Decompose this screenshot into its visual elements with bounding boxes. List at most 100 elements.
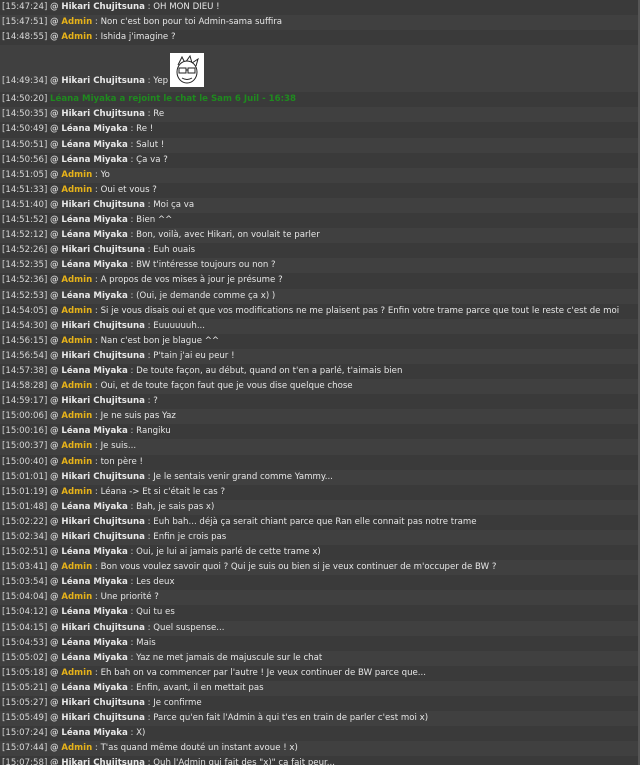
message-username[interactable]: Léana Miyaka xyxy=(61,124,127,134)
message-username[interactable]: Léana Miyaka xyxy=(61,502,127,512)
message-username[interactable]: Léana Miyaka xyxy=(61,155,127,165)
message-username[interactable]: Hikari Chujitsuna xyxy=(61,623,145,633)
message-username[interactable]: Admin xyxy=(61,381,92,391)
message-username[interactable]: Léana Miyaka xyxy=(61,215,127,225)
chat-message: [14:52:35] @ Léana Miyaka : BW t'intéres… xyxy=(0,258,640,274)
message-username[interactable]: Léana Miyaka xyxy=(61,638,127,648)
at-icon: @ xyxy=(50,592,59,603)
chat-message: [14:54:30] @ Hikari Chujitsuna : Euuuuuu… xyxy=(0,318,640,334)
at-icon: @ xyxy=(50,682,59,693)
message-timestamp: [15:07:24] xyxy=(2,728,48,739)
message-text: P'tain j'ai eu peur ! xyxy=(153,350,235,361)
message-username[interactable]: Léana Miyaka xyxy=(61,260,127,270)
at-icon: @ xyxy=(50,471,59,482)
message-timestamp: [14:50:56] xyxy=(2,154,48,165)
message-username[interactable]: Admin xyxy=(61,336,92,346)
message-username[interactable]: Hikari Chujitsuna xyxy=(61,109,145,119)
message-username[interactable]: Léana Miyaka xyxy=(61,140,127,150)
message-username[interactable]: Léana Miyaka xyxy=(61,728,127,738)
message-text: Quel suspense... xyxy=(153,622,225,633)
at-icon: @ xyxy=(50,396,59,407)
at-icon: @ xyxy=(50,577,59,588)
message-username[interactable]: Admin xyxy=(61,275,92,285)
message-username[interactable]: Hikari Chujitsuna xyxy=(61,517,145,527)
message-username[interactable]: Admin xyxy=(61,562,92,572)
message-username[interactable]: Léana Miyaka xyxy=(61,653,127,663)
message-text: Je suis... xyxy=(100,441,137,452)
chat-message-content: [15:04:12] @ Léana Miyaka : Qui tu es xyxy=(2,605,640,620)
message-username[interactable]: Hikari Chujitsuna xyxy=(61,396,145,406)
message-username[interactable]: Léana Miyaka xyxy=(61,547,127,557)
message-timestamp: [15:47:51] xyxy=(2,17,48,28)
message-username[interactable]: Hikari Chujitsuna xyxy=(61,200,145,210)
message-username[interactable]: Léana Miyaka xyxy=(61,607,127,617)
chat-message-content: [15:04:04] @ Admin : Une priorité ? xyxy=(2,590,640,605)
message-text: Salut ! xyxy=(136,139,165,150)
at-icon: @ xyxy=(50,743,59,754)
message-separator: : xyxy=(144,713,154,724)
message-timestamp: [15:00:37] xyxy=(2,441,48,452)
message-text: ton père ! xyxy=(100,456,143,467)
message-username[interactable]: Hikari Chujitsuna xyxy=(61,472,145,482)
message-username[interactable]: Hikari Chujitsuna xyxy=(61,2,145,12)
chat-message: [14:58:28] @ Admin : Oui, et de toute fa… xyxy=(0,379,640,395)
message-username[interactable]: Admin xyxy=(61,411,92,421)
at-icon: @ xyxy=(50,365,59,376)
chat-message-content: [15:04:15] @ Hikari Chujitsuna : Quel su… xyxy=(2,621,640,636)
message-username[interactable]: Léana Miyaka xyxy=(61,366,127,376)
message-username[interactable]: Admin xyxy=(61,17,92,27)
at-icon: @ xyxy=(50,139,59,150)
chat-message-content: [14:52:26] @ Hikari Chujitsuna : Euh oua… xyxy=(2,243,640,258)
message-username[interactable]: Léana Miyaka xyxy=(61,683,127,693)
chat-message: [14:49:34] @ Hikari Chujitsuna : Yep xyxy=(0,45,640,93)
message-separator: : xyxy=(92,411,101,422)
at-icon: @ xyxy=(50,667,59,678)
message-text: Bon vous voulez savoir quoi ? Qui je sui… xyxy=(100,562,497,573)
message-separator: : xyxy=(144,622,154,633)
message-text: OH MON DIEU ! xyxy=(153,2,220,12)
message-username[interactable]: Admin xyxy=(61,306,92,316)
message-username[interactable]: Hikari Chujitsuna xyxy=(61,245,145,255)
message-text: Oui, et de toute façon faut que je vous … xyxy=(100,381,353,392)
message-username[interactable]: Hikari Chujitsuna xyxy=(61,321,145,331)
message-username[interactable]: Hikari Chujitsuna xyxy=(61,532,145,542)
message-username[interactable]: Hikari Chujitsuna xyxy=(61,76,145,86)
chat-message: [15:05:27] @ Hikari Chujitsuna : Je conf… xyxy=(0,696,640,712)
message-separator: : xyxy=(127,637,137,648)
message-username[interactable]: Léana Miyaka xyxy=(61,426,127,436)
chat-message: [14:50:51] @ Léana Miyaka : Salut ! xyxy=(0,137,640,153)
chat-message: [14:52:53] @ Léana Miyaka : (Oui, je dem… xyxy=(0,288,640,304)
message-username[interactable]: Admin xyxy=(61,592,92,602)
message-separator: : xyxy=(127,682,137,693)
message-username[interactable]: Hikari Chujitsuna xyxy=(61,351,145,361)
chat-message-content: [15:05:49] @ Hikari Chujitsuna : Parce q… xyxy=(2,711,640,726)
message-username[interactable]: Admin xyxy=(61,185,92,195)
chat-message: [14:52:26] @ Hikari Chujitsuna : Euh oua… xyxy=(0,243,640,259)
at-icon: @ xyxy=(50,441,59,452)
chat-message-content: [14:59:17] @ Hikari Chujitsuna : ? xyxy=(2,394,640,409)
message-timestamp: [14:49:34] xyxy=(2,76,48,87)
message-timestamp: [14:48:55] xyxy=(2,32,48,43)
message-timestamp: [15:05:18] xyxy=(2,667,48,678)
chat-message-content: [15:05:02] @ Léana Miyaka : Yaz ne met j… xyxy=(2,651,640,666)
message-username[interactable]: Admin xyxy=(61,743,92,753)
chat-message-content: [15:04:53] @ Léana Miyaka : Mais xyxy=(2,636,640,651)
chat-message: [15:02:22] @ Hikari Chujitsuna : Euh bah… xyxy=(0,514,640,530)
message-text: De toute façon, au début, quand on t'en … xyxy=(136,365,403,376)
message-timestamp: [15:05:27] xyxy=(2,698,48,709)
message-username[interactable]: Hikari Chujitsuna xyxy=(61,758,145,765)
message-username[interactable]: Admin xyxy=(61,441,92,451)
message-username[interactable]: Léana Miyaka xyxy=(61,291,127,301)
message-username[interactable]: Admin xyxy=(61,457,92,467)
message-username[interactable]: Hikari Chujitsuna xyxy=(61,713,145,723)
at-icon: @ xyxy=(50,275,59,286)
message-separator: : xyxy=(92,335,101,346)
message-username[interactable]: Admin xyxy=(61,668,92,678)
message-username[interactable]: Admin xyxy=(61,487,92,497)
message-username[interactable]: Léana Miyaka xyxy=(61,230,127,240)
message-username[interactable]: Hikari Chujitsuna xyxy=(61,698,145,708)
message-username[interactable]: Léana Miyaka xyxy=(61,577,127,587)
message-username[interactable]: Admin xyxy=(61,170,92,180)
message-timestamp: [14:54:30] xyxy=(2,320,48,331)
message-username[interactable]: Admin xyxy=(61,32,92,42)
